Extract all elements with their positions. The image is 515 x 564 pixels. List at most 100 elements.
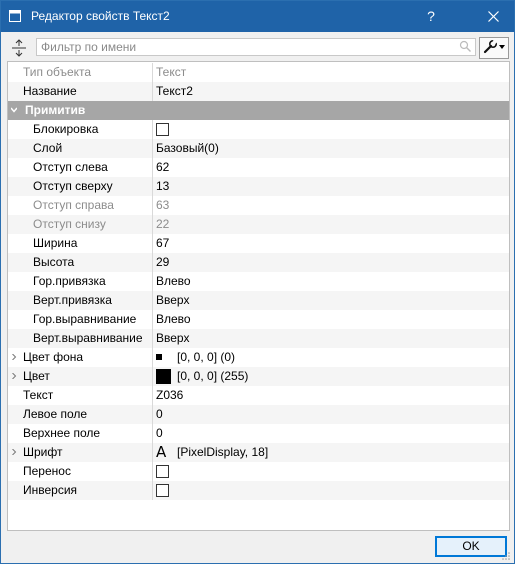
property-row[interactable]: Гор.привязка Влево xyxy=(8,272,509,291)
property-row[interactable]: Текст Z036 xyxy=(8,386,509,405)
property-value-cell[interactable]: Вверх xyxy=(153,329,509,348)
property-row[interactable]: Ширина 67 xyxy=(8,234,509,253)
property-row[interactable]: Блокировка xyxy=(8,120,509,139)
property-value-cell[interactable]: [0, 0, 0] (0) xyxy=(153,348,509,367)
property-row[interactable]: Инверсия xyxy=(8,481,509,500)
property-value: Z036 xyxy=(156,388,184,402)
property-name: Шрифт xyxy=(23,445,63,459)
property-value: [0, 0, 0] (255) xyxy=(177,369,249,383)
property-value: 62 xyxy=(156,160,170,174)
property-value: 13 xyxy=(156,179,170,193)
property-value: 22 xyxy=(156,217,170,231)
chevron-right-icon[interactable] xyxy=(11,354,17,360)
property-value-cell[interactable]: Влево xyxy=(153,310,509,329)
property-row[interactable]: Цвет [0, 0, 0] (255) xyxy=(8,367,509,386)
close-button[interactable] xyxy=(473,1,514,32)
property-name-cell: Отступ слева xyxy=(8,158,152,177)
property-row[interactable]: Перенос xyxy=(8,462,509,481)
title-bar[interactable]: Редактор свойств Текст2 ? xyxy=(1,1,514,32)
settings-dropdown-button[interactable] xyxy=(479,37,509,59)
property-value: [PixelDisplay, 18] xyxy=(177,445,269,459)
property-value-cell[interactable]: [0, 0, 0] (255) xyxy=(153,367,509,386)
property-checkbox[interactable] xyxy=(156,123,169,136)
chevron-down-icon[interactable] xyxy=(11,107,17,113)
property-value-cell[interactable]: Базовый(0) xyxy=(153,139,509,158)
property-row[interactable]: Цвет фона [0, 0, 0] (0) xyxy=(8,348,509,367)
property-name: Блокировка xyxy=(33,122,99,136)
property-value-cell[interactable] xyxy=(153,120,509,139)
property-value-cell[interactable]: Текст2 xyxy=(153,82,509,101)
property-value-cell[interactable]: 22 xyxy=(153,215,509,234)
property-value: Влево xyxy=(156,274,191,288)
property-value: 63 xyxy=(156,198,170,212)
property-name-cell: Слой xyxy=(8,139,152,158)
property-checkbox[interactable] xyxy=(156,465,169,478)
property-row[interactable]: Верт.выравнивание Вверх xyxy=(8,329,509,348)
property-name: Перенос xyxy=(23,464,71,478)
property-name-cell: Инверсия xyxy=(8,481,152,500)
property-checkbox[interactable] xyxy=(156,484,169,497)
property-name: Текст xyxy=(23,388,54,402)
app-window-icon xyxy=(9,10,21,22)
property-value-cell[interactable]: 62 xyxy=(153,158,509,177)
property-value: Вверх xyxy=(156,331,190,345)
property-name-cell: Отступ справа xyxy=(8,196,152,215)
property-row[interactable]: Высота 29 xyxy=(8,253,509,272)
property-value-cell[interactable]: 13 xyxy=(153,177,509,196)
property-row[interactable]: Верт.привязка Вверх xyxy=(8,291,509,310)
property-value-cell[interactable]: 0 xyxy=(153,424,509,443)
color-swatch xyxy=(156,354,162,360)
property-value: [0, 0, 0] (0) xyxy=(177,350,236,364)
property-value-cell[interactable] xyxy=(153,481,509,500)
chevron-down-icon xyxy=(499,45,505,49)
property-name: Верт.привязка xyxy=(33,293,112,307)
property-name: Ширина xyxy=(33,236,78,250)
property-value-cell[interactable]: Z036 xyxy=(153,386,509,405)
property-name: Цвет xyxy=(23,369,50,383)
property-value: 29 xyxy=(156,255,170,269)
property-row[interactable]: Отступ сверху 13 xyxy=(8,177,509,196)
property-row[interactable]: Отступ слева 62 xyxy=(8,158,509,177)
property-value-cell[interactable]: 0 xyxy=(153,405,509,424)
property-name-cell: Цвет xyxy=(8,367,152,386)
help-button[interactable]: ? xyxy=(416,1,446,32)
property-name-cell: Тип объекта xyxy=(8,63,152,82)
property-value-cell[interactable]: 63 xyxy=(153,196,509,215)
property-value: 67 xyxy=(156,236,170,250)
property-row[interactable]: Отступ справа 63 xyxy=(8,196,509,215)
property-row[interactable]: Примитив xyxy=(8,101,509,120)
ok-button[interactable]: OK xyxy=(435,536,507,557)
property-row[interactable]: Тип объекта Текст xyxy=(8,63,509,82)
property-name: Гор.выравнивание xyxy=(33,312,137,326)
resize-grip-icon[interactable] xyxy=(501,551,511,561)
property-name: Отступ справа xyxy=(33,198,114,212)
property-value-cell[interactable]: Текст xyxy=(153,63,509,82)
property-name: Верхнее поле xyxy=(23,426,101,440)
chevron-right-icon[interactable] xyxy=(11,449,17,455)
property-row[interactable]: Шрифт A [PixelDisplay, 18] xyxy=(8,443,509,462)
property-value-cell[interactable] xyxy=(153,462,509,481)
property-row[interactable]: Гор.выравнивание Влево xyxy=(8,310,509,329)
property-row[interactable]: Верхнее поле 0 xyxy=(8,424,509,443)
property-value: 0 xyxy=(156,407,163,421)
wrench-icon xyxy=(483,39,498,54)
font-icon: A xyxy=(156,443,167,461)
chevron-right-icon[interactable] xyxy=(11,373,17,379)
property-row[interactable]: Слой Базовый(0) xyxy=(8,139,509,158)
property-row[interactable]: Левое поле 0 xyxy=(8,405,509,424)
property-value-cell[interactable]: 29 xyxy=(153,253,509,272)
property-value-cell[interactable]: Влево xyxy=(153,272,509,291)
window-title: Редактор свойств Текст2 xyxy=(31,9,170,23)
property-row[interactable]: Название Текст2 xyxy=(8,82,509,101)
color-swatch xyxy=(156,369,171,384)
sort-arrows-icon[interactable] xyxy=(9,38,29,58)
property-value: Влево xyxy=(156,312,191,326)
property-value-cell[interactable]: 67 xyxy=(153,234,509,253)
filter-input[interactable] xyxy=(37,39,451,55)
property-name: Левое поле xyxy=(23,407,88,421)
property-row[interactable]: Отступ снизу 22 xyxy=(8,215,509,234)
property-value-cell[interactable]: A [PixelDisplay, 18] xyxy=(153,443,509,462)
property-name: Высота xyxy=(33,255,75,269)
property-value: Текст xyxy=(156,65,187,79)
property-value-cell[interactable]: Вверх xyxy=(153,291,509,310)
